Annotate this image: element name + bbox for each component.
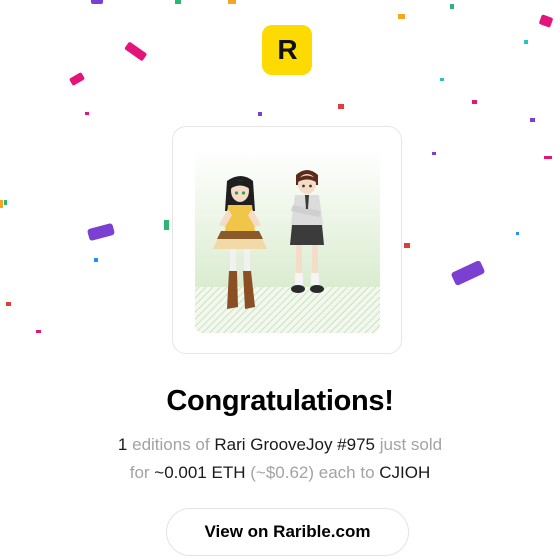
sale-success-page: R Congratulations! 1 editions of Rari Gr… xyxy=(0,0,560,560)
edition-count: 1 xyxy=(117,435,128,454)
eth-price: ~0.001 ETH xyxy=(154,463,246,482)
sale-description-line-1: 1 editions of Rari GrooveJoy #975 just s… xyxy=(0,431,560,459)
editions-of-text: editions of xyxy=(132,435,210,454)
view-on-rarible-button[interactable]: View on Rarible.com xyxy=(166,508,409,556)
nft-artwork-image xyxy=(195,149,380,333)
just-sold-text: just sold xyxy=(379,435,443,454)
usd-price: (~$0.62) xyxy=(250,463,315,482)
for-text: for xyxy=(129,463,150,482)
buyer-name: CJIOH xyxy=(379,463,431,482)
page-title: Congratulations! xyxy=(166,385,394,417)
logo-letter: R xyxy=(277,34,297,65)
sale-description-line-2: for ~0.001 ETH (~$0.62) each to CJIOH xyxy=(0,459,560,487)
each-to-text: each to xyxy=(318,463,375,482)
item-name: Rari GrooveJoy #975 xyxy=(214,435,375,454)
rarible-logo-icon: R xyxy=(262,25,312,75)
nft-card xyxy=(172,126,402,354)
